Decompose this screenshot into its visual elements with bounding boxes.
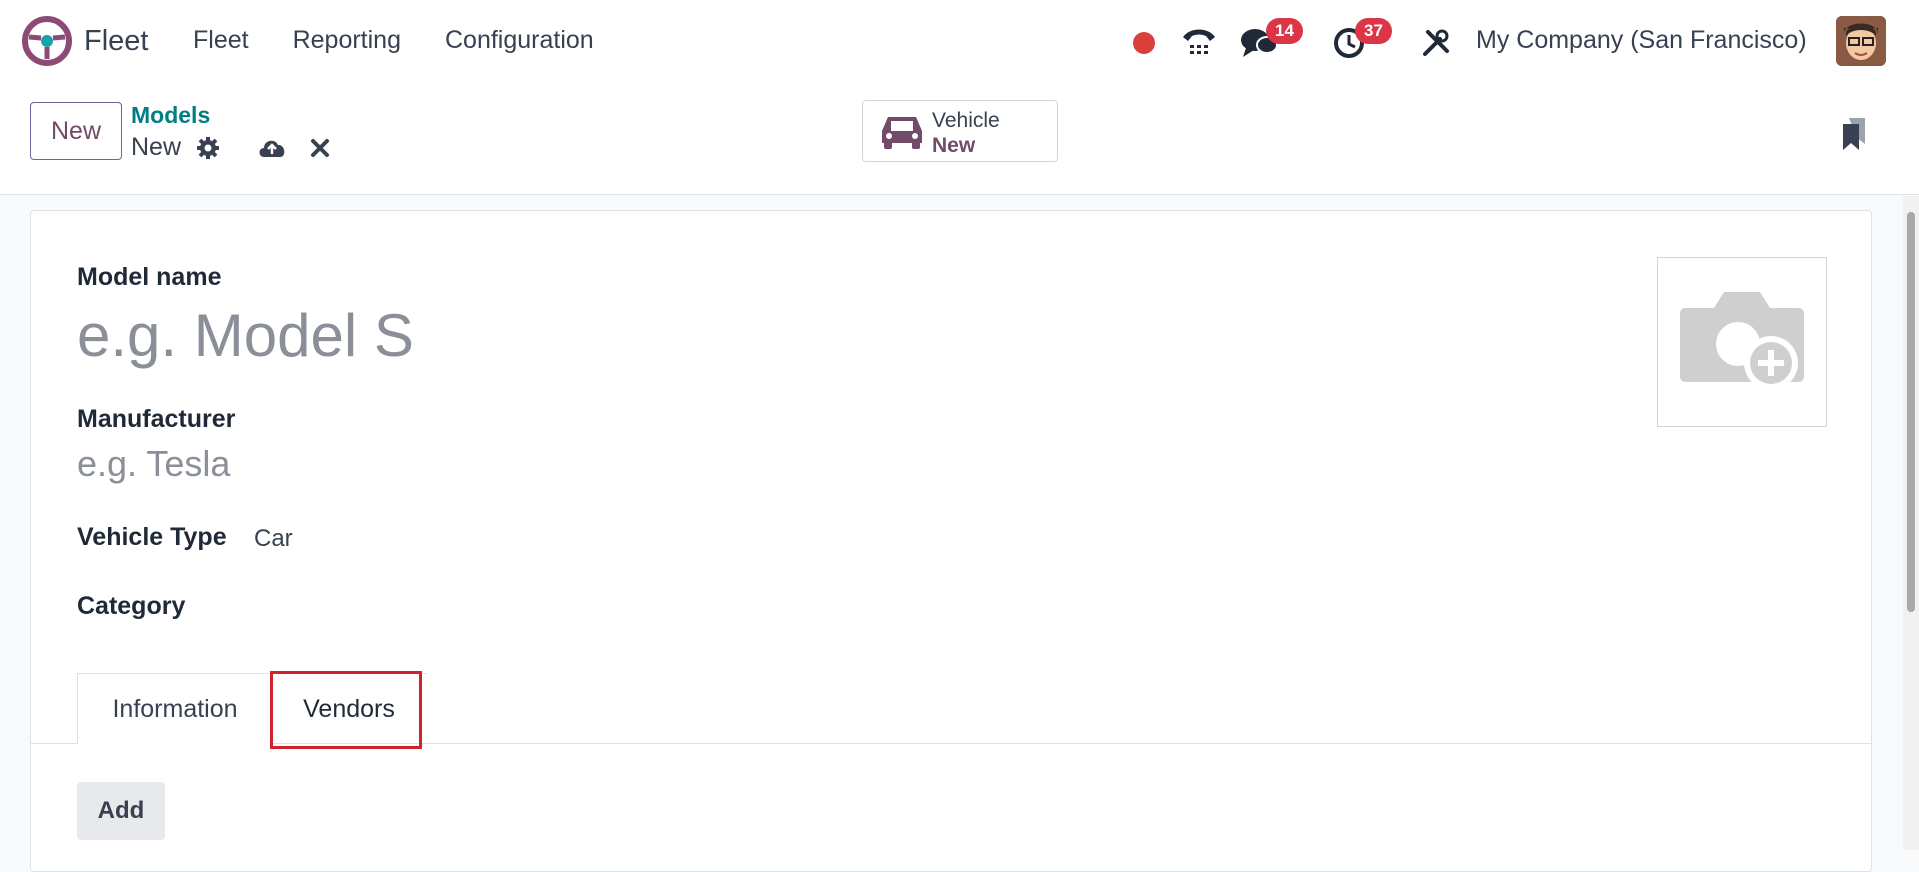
model-name-label: Model name (77, 263, 222, 291)
fleet-logo-icon (22, 16, 72, 66)
messages-badge: 14 (1266, 18, 1303, 44)
main-menu: Fleet Reporting Configuration (193, 26, 638, 55)
camera-add-icon (1680, 292, 1804, 390)
debug-tools-button[interactable] (1420, 18, 1452, 68)
phone-button[interactable] (1180, 18, 1218, 68)
model-name-input[interactable]: e.g. Model S (77, 301, 414, 370)
bookmark-icon[interactable] (1841, 116, 1867, 152)
phone-icon (1183, 29, 1215, 54)
app-name: Fleet (84, 24, 149, 57)
user-avatar[interactable] (1836, 16, 1886, 66)
category-label: Category (77, 592, 186, 620)
scrollbar-thumb[interactable] (1907, 212, 1915, 612)
tab-information[interactable]: Information (77, 673, 273, 744)
top-navbar: Fleet Fleet Reporting Configuration 14 3… (0, 0, 1919, 86)
cloud-upload-icon[interactable] (257, 135, 287, 159)
manufacturer-label: Manufacturer (77, 405, 236, 433)
car-icon (882, 117, 922, 149)
app-brand[interactable]: Fleet (22, 16, 148, 66)
tools-icon (1423, 29, 1449, 56)
gear-icon[interactable] (196, 136, 220, 160)
vehicle-type-select[interactable]: Car (254, 525, 293, 553)
breadcrumb-current: New (131, 133, 182, 161)
menu-configuration[interactable]: Configuration (445, 26, 594, 55)
manufacturer-input[interactable]: e.g. Tesla (77, 443, 230, 485)
smart-button-value: New (932, 134, 976, 157)
image-upload[interactable] (1657, 257, 1827, 427)
breadcrumb-models[interactable]: Models (131, 102, 210, 129)
close-icon[interactable] (310, 138, 330, 158)
activities-badge: 37 (1355, 18, 1392, 44)
add-vendor-button[interactable]: Add (77, 782, 165, 840)
record-dot-icon (1133, 32, 1155, 54)
user-avatar-icon (1836, 16, 1886, 66)
vehicle-type-label: Vehicle Type (77, 523, 227, 551)
tab-information-label: Information (112, 694, 238, 723)
menu-fleet[interactable]: Fleet (193, 26, 249, 55)
new-button[interactable]: New (30, 102, 122, 160)
smart-button-label: Vehicle (932, 109, 1000, 132)
menu-reporting[interactable]: Reporting (293, 26, 401, 55)
company-switcher[interactable]: My Company (San Francisco) (1476, 26, 1807, 55)
vehicle-smart-button[interactable]: Vehicle New (862, 100, 1058, 162)
tab-vendors-highlight (270, 671, 422, 749)
scrollbar[interactable] (1903, 196, 1919, 850)
form-sheet: Model name e.g. Model S Manufacturer e.g… (30, 210, 1872, 872)
recording-indicator[interactable] (1132, 18, 1156, 68)
control-panel: New Models New Vehicle New (0, 86, 1919, 195)
